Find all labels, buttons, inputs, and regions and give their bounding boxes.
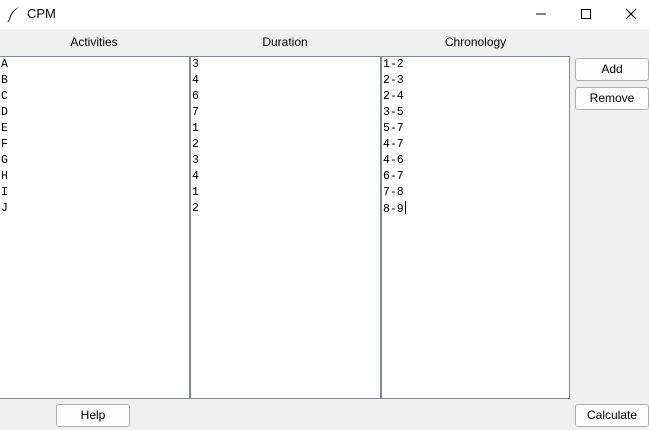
- activity-item: E: [0, 121, 189, 137]
- feather-icon: [7, 6, 21, 23]
- minimize-button[interactable]: [518, 0, 564, 29]
- activity-item: D: [0, 105, 189, 121]
- activity-item-text: H: [1, 170, 8, 183]
- chronology-item: 6-7: [382, 169, 569, 185]
- activity-item: I: [0, 185, 189, 201]
- activity-item-text: D: [1, 106, 8, 119]
- title-bar: CPM: [0, 0, 649, 29]
- duration-item-text: 2: [192, 138, 199, 151]
- chronology-item-text: 4-6: [383, 154, 404, 167]
- maximize-button[interactable]: [563, 0, 609, 29]
- duration-item: 1: [191, 121, 380, 137]
- chronology-item: 3-5: [382, 105, 569, 121]
- activity-item-text: J: [1, 202, 8, 215]
- chronology-item: 5-7: [382, 121, 569, 137]
- duration-item-text: 2: [192, 202, 199, 215]
- activities-list[interactable]: ABCDEFGHIJ: [0, 56, 190, 399]
- chronology-list[interactable]: 1-2 2-3 2-4 3-5 5-7 4-7 4-6 6-7 7-8 8-9: [381, 56, 570, 399]
- duration-item: 1: [191, 185, 380, 201]
- chronology-item: 2-4: [382, 89, 569, 105]
- add-button[interactable]: Add: [575, 58, 649, 81]
- chronology-header: Chronology: [444, 35, 507, 49]
- activity-item: B: [0, 73, 189, 89]
- chronology-item: 4-7: [382, 137, 569, 153]
- window-title: CPM: [27, 6, 56, 21]
- duration-item-text: 6: [192, 90, 199, 103]
- activity-item: H: [0, 169, 189, 185]
- duration-item: 7: [191, 105, 380, 121]
- duration-item-text: 1: [192, 122, 199, 135]
- chronology-item-text: 7-8: [383, 186, 404, 199]
- chronology-item-text: 2-3: [383, 74, 404, 87]
- close-button[interactable]: [608, 0, 649, 29]
- chronology-item: 2-3: [382, 73, 569, 89]
- activity-item: A: [0, 57, 189, 73]
- chronology-item-text: 1-2: [383, 58, 404, 71]
- activity-item-text: I: [1, 186, 8, 199]
- duration-list[interactable]: 3 4 6 7 1 2 3 4 1 2: [190, 56, 381, 399]
- duration-item-text: 4: [192, 74, 199, 87]
- activity-item-text: F: [1, 138, 8, 151]
- activity-item: G: [0, 153, 189, 169]
- chronology-item-text: 4-7: [383, 138, 404, 151]
- duration-item-text: 4: [192, 170, 199, 183]
- activity-item-text: G: [1, 154, 8, 167]
- duration-item-text: 1: [192, 186, 199, 199]
- text-cursor: [404, 201, 406, 214]
- chronology-item: 4-6: [382, 153, 569, 169]
- calculate-button[interactable]: Calculate: [575, 404, 649, 427]
- duration-item: 3: [191, 57, 380, 73]
- activity-item-text: B: [1, 74, 8, 87]
- activity-item-text: A: [1, 58, 8, 71]
- duration-item-text: 7: [192, 106, 199, 119]
- duration-item: 4: [191, 73, 380, 89]
- duration-item: 2: [191, 137, 380, 153]
- activity-item-text: E: [1, 122, 8, 135]
- activity-item: F: [0, 137, 189, 153]
- duration-item-text: 3: [192, 154, 199, 167]
- remove-button[interactable]: Remove: [575, 87, 649, 110]
- activity-item: C: [0, 89, 189, 105]
- duration-item: 4: [191, 169, 380, 185]
- help-button[interactable]: Help: [56, 404, 130, 427]
- chronology-item: 1-2: [382, 57, 569, 73]
- duration-item: 2: [191, 201, 380, 217]
- duration-item: 3: [191, 153, 380, 169]
- chronology-item-text: 5-7: [383, 122, 404, 135]
- chronology-item-text: 3-5: [383, 106, 404, 119]
- activities-header: Activities: [70, 35, 118, 49]
- duration-item: 6: [191, 89, 380, 105]
- chronology-item-text: 6-7: [383, 170, 404, 183]
- activity-item: J: [0, 201, 189, 217]
- chronology-item-text: 8-9: [383, 203, 404, 216]
- duration-header: Duration: [262, 35, 308, 49]
- chronology-item: 7-8: [382, 185, 569, 201]
- chronology-item-text: 2-4: [383, 90, 404, 103]
- activity-item-text: C: [1, 90, 8, 103]
- chronology-item: 8-9: [382, 201, 569, 217]
- duration-item-text: 3: [192, 58, 199, 71]
